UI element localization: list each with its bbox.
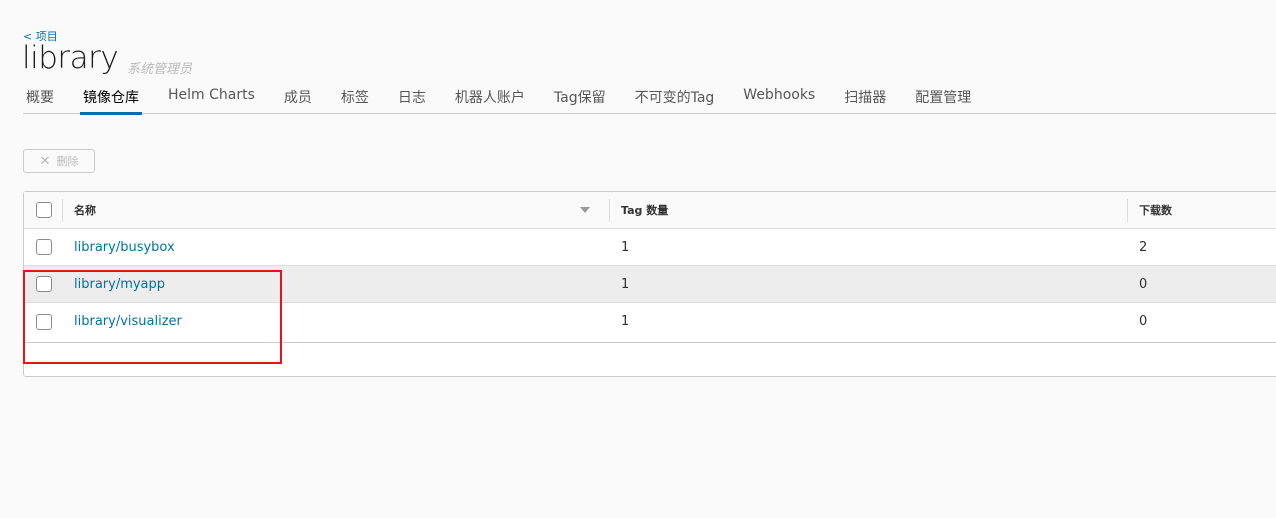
- tab-logs[interactable]: 日志: [395, 84, 429, 114]
- tab-helm-charts[interactable]: Helm Charts: [165, 84, 258, 114]
- close-icon: ✕: [39, 153, 51, 169]
- tag-count: 1: [621, 239, 630, 255]
- column-downloads[interactable]: 下载数: [1139, 192, 1172, 228]
- delete-label: 删除: [56, 155, 79, 168]
- filter-icon[interactable]: [580, 207, 590, 213]
- download-count: 2: [1139, 239, 1148, 255]
- tab-tag-retention[interactable]: Tag保留: [551, 84, 609, 114]
- tab-robot-accounts[interactable]: 机器人账户: [452, 84, 528, 114]
- page-title: library: [22, 40, 119, 76]
- tab-bar: 概要 镜像仓库 Helm Charts 成员 标签 日志 机器人账户 Tag保留…: [23, 84, 1276, 115]
- highlight-box: [23, 270, 282, 364]
- tab-scanners[interactable]: 扫描器: [841, 84, 889, 114]
- table-row: library/busybox 1 2: [24, 229, 1276, 266]
- download-count: 0: [1139, 276, 1148, 292]
- select-all-checkbox[interactable]: [36, 192, 52, 228]
- row-checkbox[interactable]: [36, 229, 52, 265]
- tab-configuration[interactable]: 配置管理: [912, 84, 974, 114]
- tab-labels[interactable]: 标签: [338, 84, 372, 114]
- tab-webhooks[interactable]: Webhooks: [740, 84, 818, 114]
- tab-immutable-tags[interactable]: 不可变的Tag: [632, 84, 718, 114]
- repository-link[interactable]: library/busybox: [74, 240, 175, 255]
- tag-count: 1: [621, 276, 630, 292]
- column-name[interactable]: 名称: [74, 192, 96, 228]
- table-header: 名称 Tag 数量 下载数: [24, 192, 1276, 229]
- tag-count: 1: [621, 314, 630, 329]
- tab-repositories[interactable]: 镜像仓库: [80, 84, 142, 115]
- tab-summary[interactable]: 概要: [23, 84, 57, 114]
- download-count: 0: [1139, 314, 1148, 329]
- column-tag-count[interactable]: Tag 数量: [621, 192, 668, 228]
- role-label: 系统管理员: [127, 62, 193, 77]
- delete-button[interactable]: ✕ 删除: [23, 149, 95, 173]
- tab-members[interactable]: 成员: [281, 84, 315, 114]
